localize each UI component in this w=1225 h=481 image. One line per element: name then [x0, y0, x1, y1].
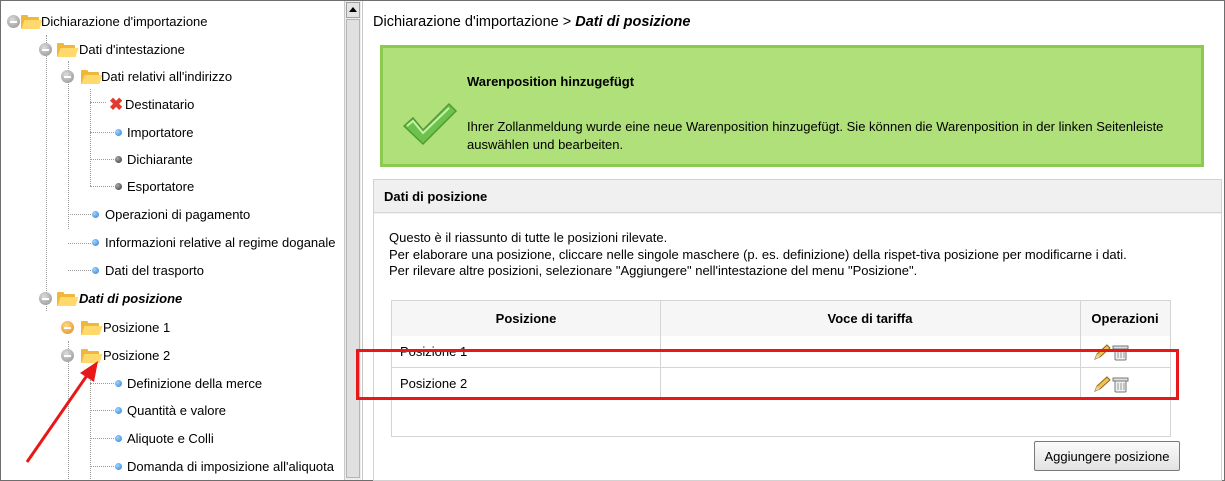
dark-bullet-icon: [115, 156, 122, 163]
folder-open-icon: [57, 292, 79, 306]
collapse-icon[interactable]: [61, 70, 74, 83]
tree-item-label: Dati del trasporto: [105, 263, 204, 278]
navigation-tree: Dichiarazione d'importazione Dati d'inte…: [1, 1, 344, 480]
tree-connector: [90, 159, 114, 160]
blue-bullet-icon: [92, 267, 99, 274]
edit-pencil-icon[interactable]: [1094, 376, 1111, 392]
column-header-operazioni: Operazioni: [1091, 311, 1159, 326]
folder-open-icon: [21, 15, 43, 29]
tree-item-label: Aliquote e Colli: [127, 431, 214, 446]
tree-connector: [90, 186, 114, 187]
positions-table: Posizione Voce di tariffa Operazioni Pos…: [391, 300, 1171, 437]
tree-item-label: Quantità e valore: [127, 403, 227, 418]
tree-item-label: Dichiarazione d'importazione: [41, 14, 208, 29]
tree-item-label: Operazioni di pagamento: [105, 207, 251, 222]
column-divider: [1080, 300, 1081, 400]
breadcrumb: Dichiarazione d'importazione > Dati di p…: [373, 14, 690, 30]
column-header-posizione[interactable]: Posizione: [392, 301, 660, 336]
tree-connector: [90, 438, 114, 439]
description-line: Questo è il riassunto di tutte le posizi…: [389, 230, 668, 245]
breadcrumb-parent[interactable]: Dichiarazione d'importazione: [373, 14, 559, 30]
tree-connector: [46, 35, 47, 311]
error-x-icon: ✖: [109, 95, 124, 114]
row-operations: [1094, 376, 1129, 393]
add-position-button[interactable]: Aggiungere posizione: [1034, 441, 1180, 471]
cell-posizione[interactable]: Posizione 2: [400, 368, 467, 399]
tree-item-label: Importatore: [127, 125, 194, 140]
tree-item-label: Definizione della merce: [127, 376, 263, 391]
tree-connector: [90, 132, 114, 133]
tree-item-label: Destinatario: [125, 97, 195, 112]
section-title: Dati di posizione: [374, 180, 1221, 213]
checkmark-icon: [402, 102, 458, 146]
tree-item-label: Dati d'intestazione: [79, 42, 185, 57]
tree-item-label: Esportatore: [127, 179, 195, 194]
success-notification: Warenposition hinzugefügt Ihrer Zollanme…: [380, 45, 1204, 167]
edit-pencil-icon[interactable]: [1094, 344, 1111, 360]
table-row[interactable]: Posizione 1: [392, 336, 1170, 368]
expand-icon[interactable]: [61, 321, 74, 334]
folder-icon: [81, 321, 103, 335]
blue-bullet-icon: [115, 407, 122, 414]
breadcrumb-separator: >: [562, 14, 572, 30]
notification-title: Warenposition hinzugefügt: [467, 74, 635, 89]
tree-connector: [90, 368, 91, 480]
blue-bullet-icon: [115, 435, 122, 442]
blue-bullet-icon: [92, 239, 99, 246]
column-divider: [660, 300, 661, 400]
table-row[interactable]: Posizione 2: [392, 368, 1170, 400]
description-line: Per elaborare una posizione, cliccare ne…: [389, 246, 1127, 262]
tree-item-label: Dichiarante: [127, 152, 193, 167]
breadcrumb-current: Dati di posizione: [575, 14, 691, 30]
tree-connector: [90, 383, 114, 384]
collapse-icon[interactable]: [61, 349, 74, 362]
tree-connector: [68, 243, 91, 244]
tree-connector: [90, 410, 114, 411]
cell-posizione[interactable]: Posizione 1: [400, 336, 467, 367]
position-summary-section: Dati di posizione Questo è il riassunto …: [373, 179, 1222, 481]
blue-bullet-icon: [115, 129, 122, 136]
tree-item-label: Informazioni relative al regime doganale: [105, 235, 336, 250]
tree-item-label: Dati di posizione: [79, 291, 183, 306]
tree-connector: [68, 61, 69, 229]
blue-bullet-icon: [92, 211, 99, 218]
content-panel: Dichiarazione d'importazione > Dati di p…: [362, 1, 1223, 481]
notification-message: Ihrer Zollanmeldung wurde eine neue Ware…: [467, 119, 1164, 152]
dark-bullet-icon: [115, 183, 122, 190]
tree-connector: [90, 89, 91, 186]
tree-item-label: Posizione 2: [103, 348, 171, 363]
section-body: Questo è il riassunto di tutte le posizi…: [374, 214, 1221, 480]
tree-connector: [68, 270, 91, 271]
tree-item-label: Dati relativi all'indirizzo: [101, 69, 233, 84]
tree-scrollbar[interactable]: [344, 1, 361, 480]
column-header-voce-tariffa[interactable]: Voce di tariffa: [660, 301, 1080, 336]
delete-trash-icon[interactable]: [1112, 377, 1129, 393]
tree-connector: [90, 102, 106, 103]
folder-open-icon: [81, 349, 103, 363]
folder-open-icon: [81, 70, 103, 84]
tree-item-label: Domanda di imposizione all'aliquota: [127, 459, 334, 474]
collapse-icon[interactable]: [39, 292, 52, 305]
blue-bullet-icon: [115, 463, 122, 470]
collapse-icon[interactable]: [39, 43, 52, 56]
folder-open-icon: [57, 43, 79, 57]
delete-trash-icon[interactable]: [1112, 345, 1129, 361]
tree-item-label: Posizione 1: [103, 320, 171, 335]
tree-connector: [90, 466, 114, 467]
scroll-up-button[interactable]: [346, 2, 360, 18]
section-description: Questo è il riassunto di tutte le posizi…: [389, 230, 1127, 280]
row-operations: [1094, 344, 1129, 361]
tree-connector: [68, 214, 91, 215]
table-header: Posizione Voce di tariffa Operazioni: [392, 300, 1170, 337]
collapse-icon[interactable]: [7, 15, 20, 28]
blue-bullet-icon: [115, 380, 122, 387]
description-line: Per rilevare altre posizioni, selezionar…: [389, 263, 918, 278]
scroll-thumb[interactable]: [346, 19, 360, 478]
